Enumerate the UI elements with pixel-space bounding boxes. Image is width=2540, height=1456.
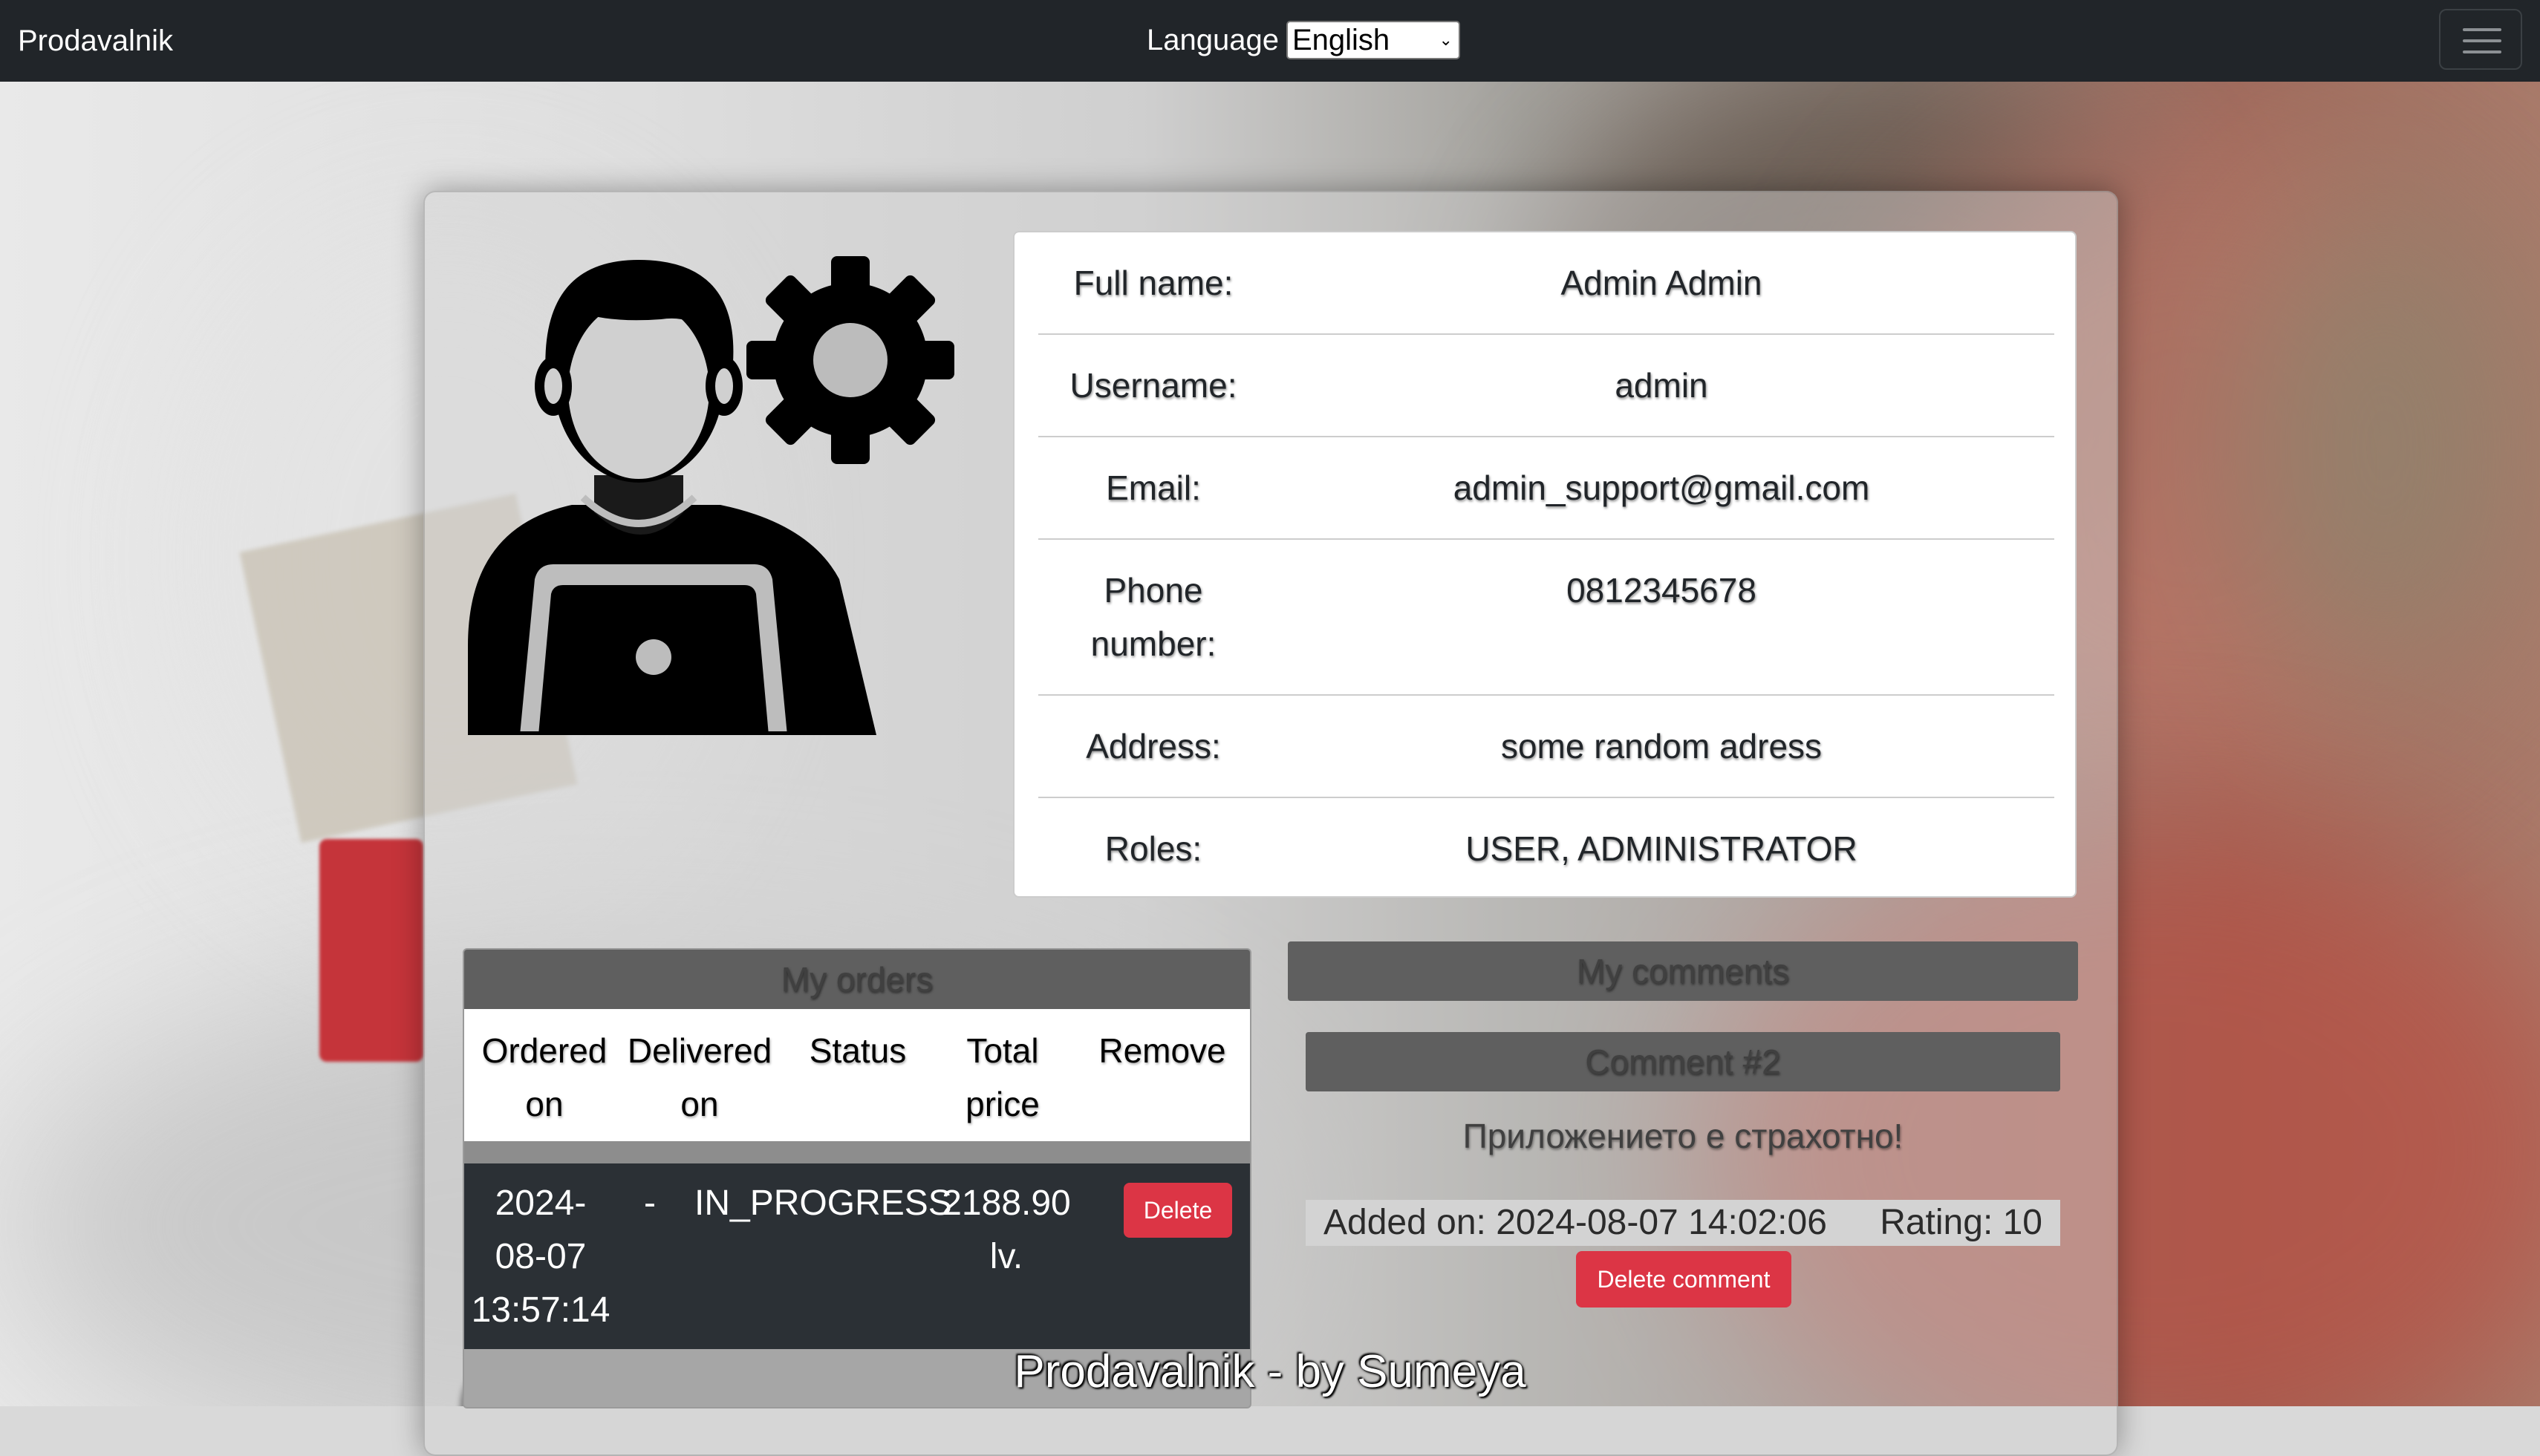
chevron-down-icon: ⌄ [1439, 30, 1453, 49]
profile-row-phone: Phone number: 0812345678 [1038, 540, 2054, 696]
language-switcher: Language English ⌄ [1147, 19, 1460, 61]
comment-heading: Comment #2 [1306, 1032, 2060, 1091]
row-label: Full name: [1073, 264, 1234, 302]
language-selected-value: English [1292, 24, 1390, 56]
profile-row-address: Address: some random adress [1038, 696, 2054, 798]
table-divider [464, 1141, 1250, 1163]
column-header-ordered-on: Ordered on [481, 1031, 608, 1123]
orders-table-header: Ordered on Delivered on Status Total pri… [464, 1009, 1250, 1141]
footer-credit: Prodavalnik - by Sumeya [1014, 1346, 1526, 1397]
comment-text: Приложението е страхотно! [1462, 1117, 1904, 1155]
phone-value: 0812345678 [1566, 571, 1756, 610]
profile-row-full-name: Full name: Admin Admin [1038, 232, 2054, 335]
status-cell: IN_PROGRESS [694, 1184, 952, 1223]
profile-row-username: Username: admin [1038, 335, 2054, 437]
hamburger-icon [2463, 28, 2501, 53]
row-label: Username: [1069, 366, 1237, 405]
profile-info-table: Full name: Admin Admin Username: admin E… [1013, 231, 2077, 898]
profile-row-roles: Roles: USER, ADMINISTRATOR [1038, 798, 2054, 898]
column-header-status: Status [809, 1031, 907, 1070]
menu-toggle-button[interactable] [2439, 9, 2522, 70]
column-header-delivered-on: Delivered on [627, 1031, 772, 1123]
row-label: Email: [1106, 469, 1201, 507]
column-header-remove: Remove [1098, 1031, 1226, 1070]
full-name-value: Admin Admin [1560, 264, 1762, 302]
ordered-on-cell: 2024-08-07 13:57:14 [471, 1184, 610, 1330]
table-row: 2024-08-07 13:57:14 - IN_PROGRESS 2188.9… [464, 1163, 1250, 1349]
username-value: admin [1615, 366, 1708, 405]
column-header-total-price: Total price [965, 1031, 1040, 1123]
delete-order-button[interactable]: Delete [1124, 1183, 1232, 1238]
total-price-cell: 2188.90 lv. [942, 1184, 1071, 1276]
admin-avatar-icon [468, 256, 954, 735]
language-label: Language [1147, 24, 1279, 56]
navbar-brand[interactable]: Prodavalnik [18, 22, 173, 60]
my-orders-title: My orders [464, 950, 1250, 1009]
email-value: admin_support@gmail.com [1453, 469, 1870, 507]
my-orders-panel: My orders Ordered on Delivered on Status… [463, 948, 1251, 1408]
navbar: Prodavalnik Language English ⌄ [0, 0, 2540, 82]
row-label: Roles: [1104, 829, 1202, 868]
profile-row-email: Email: admin_support@gmail.com [1038, 437, 2054, 540]
comment-rating: Rating: 10 [1880, 1203, 2042, 1242]
delete-comment-button[interactable]: Delete comment [1576, 1251, 1791, 1308]
roles-value: USER, ADMINISTRATOR [1465, 829, 1857, 868]
address-value: some random adress [1500, 727, 1823, 765]
row-label: Phone number: [1090, 571, 1217, 663]
language-select[interactable]: English ⌄ [1286, 21, 1460, 59]
comment-meta: Added on: 2024-08-07 14:02:06 Rating: 10 [1306, 1200, 2060, 1246]
comment-added-on: Added on: 2024-08-07 14:02:06 [1323, 1203, 1827, 1242]
row-label: Address: [1086, 727, 1221, 765]
my-comments-title: My comments [1288, 941, 2078, 1001]
